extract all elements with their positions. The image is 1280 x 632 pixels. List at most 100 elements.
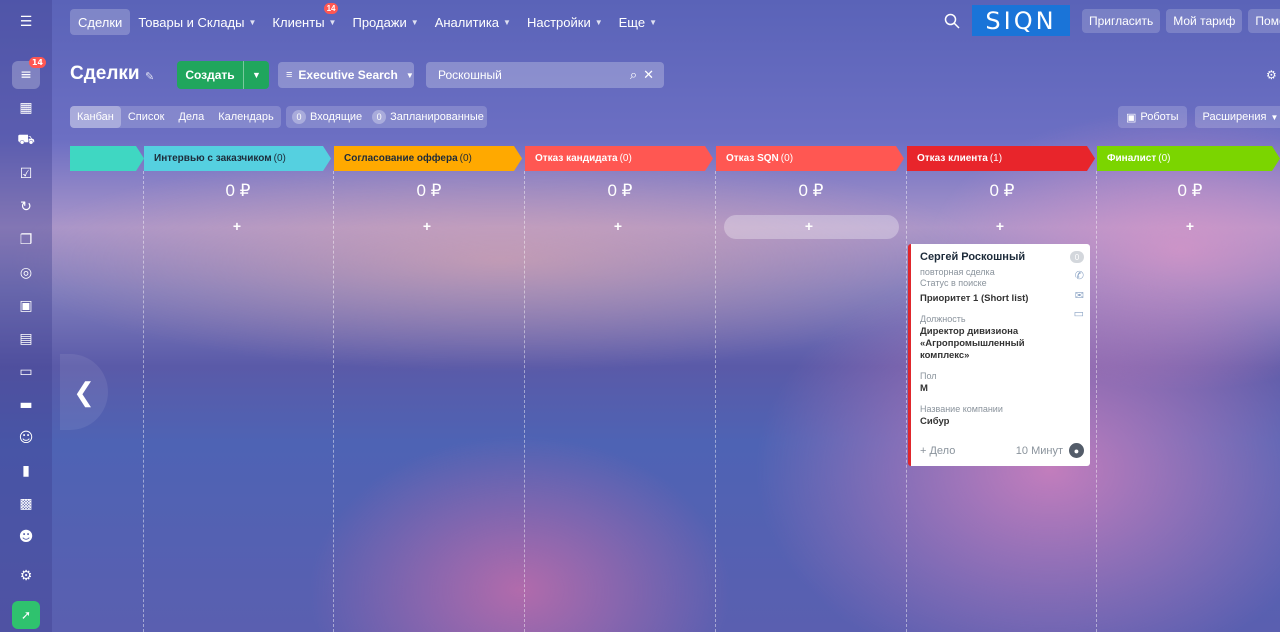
nav-products[interactable]: Товары и Склады ▼ [130, 9, 264, 35]
nav-deals[interactable]: Сделки [70, 9, 131, 35]
tasks-icon[interactable]: ☑ [12, 160, 40, 188]
counter-incoming-count: 0 [292, 110, 306, 124]
nav-more[interactable]: Еще ▼ [611, 9, 665, 35]
stage-title: Отказ клиента [917, 153, 988, 164]
add-task-link[interactable]: + Дело [920, 445, 955, 457]
robot-icon[interactable]: ☻ [12, 523, 40, 551]
contact-center-icon[interactable]: ▩ [12, 490, 40, 518]
contacts-icon[interactable]: ☺ [12, 424, 40, 452]
robot-icon: ▣ [1126, 111, 1137, 124]
view-list[interactable]: Список [121, 106, 172, 128]
search-input[interactable]: Роскошный ⌕ ✕ [426, 62, 664, 88]
column-divider [1096, 171, 1097, 632]
filter-icon: ≡ [286, 69, 293, 81]
nav-clients-badge: 14 [323, 3, 339, 14]
stage-count: (0) [273, 153, 286, 164]
avatar[interactable]: ● [1069, 443, 1084, 458]
cart-icon[interactable]: ⛟ [12, 127, 40, 155]
add-deal-button[interactable]: + [990, 218, 1010, 234]
stage-header[interactable]: Отказ SQN (0) [716, 146, 904, 171]
feed-badge: 14 [28, 57, 46, 68]
nav-clients[interactable]: Клиенты ▼ 14 [264, 3, 344, 35]
counter-incoming[interactable]: 0 Входящие [292, 110, 362, 124]
chevron-down-icon[interactable]: ▼ [243, 61, 269, 89]
view-kanban[interactable]: Канбан [70, 106, 121, 128]
drive-icon[interactable]: ▬ [12, 391, 40, 419]
stage-title: Финалист [1107, 153, 1157, 164]
nav-analytics-label: Аналитика [434, 14, 500, 30]
chevron-down-icon: ▼ [248, 17, 257, 27]
nav-products-label: Товары и Склады [138, 14, 245, 30]
analytics-icon[interactable]: ▮ [12, 457, 40, 485]
page-title: Сделки [70, 63, 140, 84]
chat-icon[interactable]: ❐ [12, 226, 40, 254]
create-button[interactable]: Создать ▼ [177, 61, 269, 89]
calendar-grid-icon[interactable]: ▦ [12, 94, 40, 122]
create-label: Создать [185, 68, 235, 82]
robots-button[interactable]: ▣ Роботы [1118, 106, 1187, 128]
add-deal-button[interactable]: + [608, 218, 628, 234]
add-deal-button[interactable]: + [227, 218, 247, 234]
company-label: Название компании [920, 404, 1003, 414]
add-deal-button[interactable]: + [417, 218, 437, 234]
document-icon[interactable]: ▤ [12, 325, 40, 353]
presentation-icon[interactable]: ▭ [12, 358, 40, 386]
close-icon[interactable]: ✕ [643, 67, 654, 83]
nav-settings[interactable]: Настройки ▼ [519, 9, 611, 35]
pipeline-filter-label: Executive Search [298, 68, 398, 82]
scroll-left-arrow[interactable]: ❮ [60, 354, 108, 430]
deal-card[interactable]: Сергей Роскошный 0 ✆ ✉ ▭ повторная сделк… [908, 244, 1090, 466]
column-sum: 0 ₽ [607, 181, 633, 200]
position-label: Должность [920, 314, 966, 324]
company-logo[interactable]: SIQN [972, 5, 1070, 36]
nav-sales[interactable]: Продажи ▼ [344, 9, 426, 35]
pin-icon[interactable]: ✎ [145, 70, 154, 83]
deal-contact-name[interactable]: Сергей Роскошный [920, 251, 1081, 263]
feed-icon[interactable]: ≡ 14 [12, 57, 46, 89]
column-divider [333, 171, 334, 632]
stage-title: Отказ кандидата [535, 153, 618, 164]
counters-bar: 0 Входящие 0 Запланированные [286, 106, 487, 128]
view-calendar[interactable]: Календарь [211, 106, 281, 128]
left-sidebar: ☰ ≡ 14 ▦ ⛟ ☑ ↻ ❐ ◎ ▣ ▤ ▭ ▬ ☺ ▮ ▩ ☻ ⚙ ➚ [0, 0, 52, 632]
chevron-down-icon: ▼ [1270, 112, 1279, 122]
sync-icon[interactable]: ↻ [12, 193, 40, 221]
invite-button[interactable]: Пригласить [1082, 9, 1161, 33]
rocket-icon[interactable]: ➚ [12, 601, 40, 629]
tariff-button[interactable]: Мой тариф [1166, 9, 1243, 33]
help-button[interactable]: Помощь [1248, 9, 1280, 33]
gear-icon[interactable]: ⚙ [1266, 68, 1277, 82]
add-deal-button[interactable]: + [799, 218, 819, 234]
chevron-down-icon: ▼ [405, 70, 414, 80]
stage-header[interactable]: Согласование оффера (0) [334, 146, 522, 171]
position-value: Директор дивизиона «Агропромышленный ком… [920, 326, 1025, 361]
menu-icon[interactable]: ☰ [12, 8, 40, 36]
counter-planned[interactable]: 0 Запланированные [372, 110, 484, 124]
nav-analytics[interactable]: Аналитика ▼ [427, 9, 519, 35]
stage-header[interactable]: Отказ клиента (1) [907, 146, 1095, 171]
pipeline-filter-button[interactable]: ≡ Executive Search ▼ [278, 62, 414, 88]
search-icon[interactable] [944, 13, 960, 29]
column-sum: 0 ₽ [1177, 181, 1203, 200]
message-icon[interactable]: ▭ [1074, 307, 1084, 320]
add-deal-button[interactable]: + [1180, 218, 1200, 234]
gender-value: М [920, 383, 928, 394]
stage-header[interactable] [70, 146, 144, 171]
view-tasks[interactable]: Дела [171, 106, 211, 128]
mail-icon[interactable]: ✉ [1075, 289, 1084, 302]
target-icon[interactable]: ◎ [12, 259, 40, 287]
extensions-button[interactable]: Расширения ▼ [1194, 106, 1280, 128]
deal-time: 10 Минут [1015, 444, 1063, 457]
stage-header[interactable]: Интервью с заказчиком (0) [144, 146, 331, 171]
company-value: Сибур [920, 416, 950, 427]
stage-count: (0) [780, 153, 794, 164]
deal-card-footer: + Дело 10 Минут ● [920, 443, 1084, 458]
extensions-label: Расширения [1202, 111, 1267, 123]
stage-header[interactable]: Финалист (0) [1097, 146, 1280, 171]
right-tools: ▣ Роботы Расширения ▼ [1118, 106, 1280, 128]
search-icon[interactable]: ⌕ [630, 67, 637, 83]
settings-icon[interactable]: ⚙ [12, 562, 40, 590]
calendar-icon[interactable]: ▣ [12, 292, 40, 320]
stage-header[interactable]: Отказ кандидата (0) [525, 146, 713, 171]
phone-icon[interactable]: ✆ [1075, 269, 1084, 282]
